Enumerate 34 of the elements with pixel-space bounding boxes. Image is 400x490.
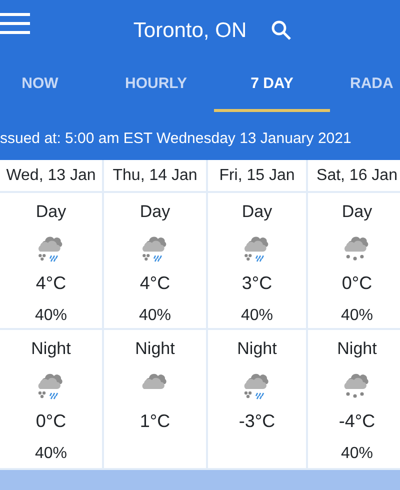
precipitation-chance: 40% [34,444,68,464]
period-label: Day [140,201,170,223]
search-icon[interactable] [270,18,291,42]
precipitation-chance: 40% [240,306,274,326]
period-label: Day [242,201,272,223]
issued-text: ssued at: 5:00 am EST Wednesday 13 January 2021 [0,128,352,149]
tab[interactable]: NOW [0,60,98,112]
temperature: 4°C [140,272,170,295]
period-label: Night [337,338,377,360]
temperature: -3°C [238,410,276,432]
temperature: 1°C [140,410,170,432]
precipitation-chance: 40% [340,306,374,326]
tab[interactable]: RADA [330,60,400,112]
location-title: Toronto, ON [133,20,247,40]
period-label: Night [237,338,277,360]
date-heading: Fri, 15 Jan [219,166,295,186]
precipitation-chance: 40% [34,306,68,326]
temperature: 4°C [36,272,66,295]
period-label: Night [135,338,175,360]
date-heading: Sat, 16 Jan [316,166,398,186]
temperature: 0°C [342,272,372,295]
tab[interactable]: 7 DAY [214,60,330,112]
menu-button[interactable] [0,12,30,34]
temperature: 0°C [36,410,66,432]
period-label: Day [342,201,372,223]
precipitation-chance: 40% [340,444,374,464]
period-label: Night [31,338,71,360]
tab[interactable]: HOURLY [98,60,214,112]
precipitation-chance: 40% [138,306,172,326]
date-heading: Thu, 14 Jan [112,166,198,186]
date-heading: Wed, 13 Jan [6,166,96,186]
temperature: 3°C [242,272,272,295]
temperature: -4°C [338,410,376,432]
period-label: Day [36,201,66,223]
